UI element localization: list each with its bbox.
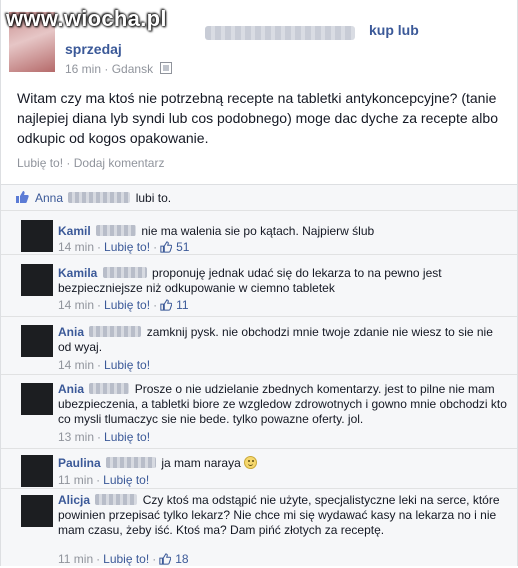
comment-text: Kamil nie ma walenia sie po kątach. Najp… xyxy=(58,224,508,239)
comment: Kamil nie ma walenia sie po kątach. Najp… xyxy=(1,210,517,255)
comment-text: Ania Prosze o nie udzielanie zbednych ko… xyxy=(58,382,508,427)
blurred-surname xyxy=(95,494,138,505)
commenter-avatar[interactable] xyxy=(21,264,53,296)
comment-time[interactable]: 11 min xyxy=(58,552,93,566)
actions-separator: · xyxy=(66,156,71,170)
comment-meta: 11 min · Lubię to! xyxy=(58,473,149,487)
meta-separator: · xyxy=(97,358,102,372)
comment-body: ja mam naraya xyxy=(161,456,241,470)
commenter-avatar[interactable] xyxy=(21,220,53,252)
comment-like-link[interactable]: Lubię to! xyxy=(103,552,149,566)
comments-list: Kamil nie ma walenia sie po kątach. Najp… xyxy=(0,210,518,566)
likes-suffix: lubi to. xyxy=(135,191,172,205)
comment-meta: 13 min · Lubię to! xyxy=(58,430,150,444)
comment-body: nie ma walenia sie po kątach. Najpierw ś… xyxy=(141,224,375,238)
map-icon xyxy=(160,62,173,74)
meta-separator: · xyxy=(97,430,102,444)
group-name-part1[interactable]: kup lub xyxy=(369,22,419,38)
comment-text: Paulina ja mam naraya xyxy=(58,456,508,471)
comment-like-link[interactable]: Lubię to! xyxy=(104,298,150,312)
comment-text: Kamila proponuję jednak udać się do leka… xyxy=(58,266,508,296)
comment-meta: 14 min · Lubię to! xyxy=(58,358,150,372)
comment-text: Ania zamknij pysk. nie obchodzi mnie two… xyxy=(58,325,508,355)
smiley-icon xyxy=(244,456,258,469)
watermark: www.wiocha.pl xyxy=(6,6,167,31)
post-location[interactable]: Gdansk xyxy=(112,62,153,76)
blurred-likers xyxy=(68,192,131,203)
meta-separator: · xyxy=(153,240,158,254)
thumbs-up-icon xyxy=(160,299,173,314)
comment-author[interactable]: Ania xyxy=(58,382,84,396)
comment-time[interactable]: 14 min xyxy=(58,240,94,254)
like-link[interactable]: Lubię to! xyxy=(17,156,63,170)
blurred-surname xyxy=(96,225,137,236)
comment: Ania Prosze o nie udzielanie zbednych ko… xyxy=(1,374,517,449)
commenter-avatar[interactable] xyxy=(21,383,53,415)
meta-separator: · xyxy=(152,552,157,566)
commenter-avatar[interactable] xyxy=(21,455,53,487)
meta-separator: · xyxy=(97,298,102,312)
blurred-author-name xyxy=(205,26,355,40)
liker-name[interactable]: Anna xyxy=(35,191,63,205)
blurred-surname xyxy=(89,326,142,337)
comment-like-link[interactable]: Lubię to! xyxy=(104,240,150,254)
blurred-surname xyxy=(102,267,147,278)
comment-author[interactable]: Alicja xyxy=(58,493,90,507)
meta-separator: · xyxy=(96,552,101,566)
comment: Paulina ja mam naraya 11 min · Lubię to! xyxy=(1,448,517,489)
commenter-avatar[interactable] xyxy=(21,495,53,527)
comment-time[interactable]: 14 min xyxy=(58,358,94,372)
thumbs-up-icon xyxy=(15,190,29,209)
comment-author[interactable]: Kamil xyxy=(58,224,91,238)
comment-text: Alicja Czy ktoś ma odstąpić nie użyte, s… xyxy=(58,493,508,538)
comment-like-count[interactable]: 11 xyxy=(176,298,188,312)
blurred-surname xyxy=(89,383,130,394)
comment: Alicja Czy ktoś ma odstąpić nie użyte, s… xyxy=(1,488,517,567)
comment-time[interactable]: 13 min xyxy=(58,430,94,444)
meta-separator: · xyxy=(96,473,101,487)
comment-like-count[interactable]: 51 xyxy=(176,240,189,254)
comment-author[interactable]: Paulina xyxy=(58,456,101,470)
likes-summary: Anna lubi to. xyxy=(0,184,518,212)
comment-like-link[interactable]: Lubię to! xyxy=(104,358,150,372)
commenter-avatar[interactable] xyxy=(21,325,53,357)
meta-separator: · xyxy=(97,240,102,254)
comment: Kamila proponuję jednak udać się do leka… xyxy=(1,254,517,317)
comment-author[interactable]: Ania xyxy=(58,325,84,339)
post-time[interactable]: 16 min xyxy=(65,62,101,76)
comment-meta: 14 min · Lubię to! · 11 xyxy=(58,298,189,314)
comment: Ania zamknij pysk. nie obchodzi mnie two… xyxy=(1,316,517,375)
likers-text[interactable]: Anna lubi to. xyxy=(35,191,171,205)
post-body: Witam czy ma ktoś nie potrzebną recepte … xyxy=(17,90,498,146)
group-name-part2[interactable]: sprzedaj xyxy=(65,41,122,57)
meta-separator: · xyxy=(104,62,109,76)
comment-like-link[interactable]: Lubię to! xyxy=(104,430,150,444)
comment-like-link[interactable]: Lubię to! xyxy=(103,473,149,487)
post-meta: 16 min · Gdansk xyxy=(65,62,173,76)
meta-separator: · xyxy=(153,298,158,312)
comment-time[interactable]: 11 min xyxy=(58,473,93,487)
post-actions: Lubię to! · Dodaj komentarz xyxy=(17,156,164,170)
comment-like-count[interactable]: 18 xyxy=(175,552,188,566)
blurred-surname xyxy=(106,457,157,468)
comment-time[interactable]: 14 min xyxy=(58,298,94,312)
add-comment-link[interactable]: Dodaj komentarz xyxy=(74,156,165,170)
comment-author[interactable]: Kamila xyxy=(58,266,97,280)
